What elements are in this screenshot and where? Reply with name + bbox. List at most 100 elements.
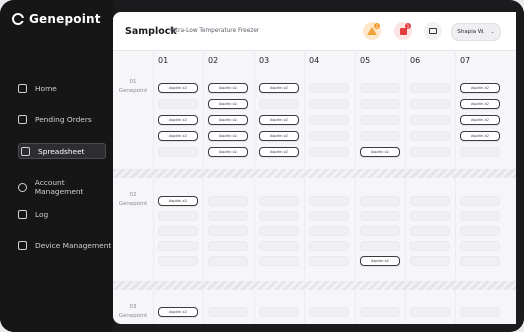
rack-separator bbox=[113, 281, 516, 290]
sample-slot-empty[interactable] bbox=[410, 226, 450, 236]
rack-label: 02 Genepoint bbox=[113, 191, 153, 209]
sample-slot-empty[interactable] bbox=[410, 196, 450, 206]
sample-slot-empty[interactable] bbox=[360, 241, 400, 251]
sample-slot-empty[interactable] bbox=[309, 256, 349, 266]
sample-slot-empty[interactable] bbox=[158, 99, 198, 109]
sample-slot-empty[interactable] bbox=[309, 307, 349, 317]
sample-slot-filled[interactable]: Aspirin x2 bbox=[158, 196, 198, 206]
sample-slot-empty[interactable] bbox=[460, 196, 500, 206]
sample-slot-empty[interactable] bbox=[410, 211, 450, 221]
sample-slot-filled[interactable]: Aspirin x2 bbox=[360, 147, 400, 157]
sample-slot-empty[interactable] bbox=[309, 99, 349, 109]
monitor-icon bbox=[429, 28, 437, 34]
sample-slot-filled[interactable]: Aspirin x2 bbox=[460, 115, 500, 125]
rack-owner: Genepoint bbox=[118, 88, 148, 94]
warning-button[interactable]: 1 bbox=[363, 22, 381, 40]
sample-slot-filled[interactable]: Aspirin x2 bbox=[460, 83, 500, 93]
main-panel: Samplock Ultra-Low Temperature Freezer 1… bbox=[113, 12, 516, 324]
sample-slot-filled[interactable]: Aspirin x2 bbox=[158, 83, 198, 93]
sample-slot-filled[interactable]: Aspirin x2 bbox=[208, 131, 248, 141]
sample-slot-empty[interactable] bbox=[360, 115, 400, 125]
sample-slot-empty[interactable] bbox=[410, 307, 450, 317]
sample-slot-empty[interactable] bbox=[208, 211, 248, 221]
sample-slot-filled[interactable]: Aspirin x2 bbox=[208, 83, 248, 93]
sample-slot-filled[interactable]: Aspirin x2 bbox=[158, 115, 198, 125]
device-icon bbox=[18, 241, 27, 250]
sample-slot-filled[interactable]: Aspirin x2 bbox=[259, 115, 299, 125]
sample-slot-empty[interactable] bbox=[360, 196, 400, 206]
user-menu[interactable]: Shapia W. ⌄ bbox=[451, 23, 501, 41]
sample-slot-empty[interactable] bbox=[208, 196, 248, 206]
warning-badge: 1 bbox=[374, 23, 380, 29]
sample-slot-empty[interactable] bbox=[460, 241, 500, 251]
sample-slot-empty[interactable] bbox=[460, 256, 500, 266]
scrollbar[interactable] bbox=[516, 12, 524, 324]
sample-slot-empty[interactable] bbox=[309, 83, 349, 93]
sample-slot-empty[interactable] bbox=[360, 99, 400, 109]
sidebar-item-home[interactable]: Home bbox=[18, 84, 57, 93]
sample-slot-empty[interactable] bbox=[208, 256, 248, 266]
sample-slot-filled[interactable]: Aspirin x2 bbox=[259, 131, 299, 141]
sample-slot-empty[interactable] bbox=[309, 115, 349, 125]
sample-slot-empty[interactable] bbox=[460, 307, 500, 317]
sample-slot-empty[interactable] bbox=[309, 226, 349, 236]
sample-slot-empty[interactable] bbox=[158, 147, 198, 157]
sample-slot-filled[interactable]: Aspirin x2 bbox=[259, 83, 299, 93]
sidebar-item-pending-orders[interactable]: Pending Orders bbox=[18, 115, 92, 124]
sample-slot-empty[interactable] bbox=[158, 211, 198, 221]
sample-slot-empty[interactable] bbox=[460, 211, 500, 221]
sample-slot-empty[interactable] bbox=[259, 226, 299, 236]
sample-slot-empty[interactable] bbox=[259, 196, 299, 206]
sample-slot-filled[interactable]: Aspirin x2 bbox=[208, 115, 248, 125]
sample-slot-empty[interactable] bbox=[460, 147, 500, 157]
sample-slot-empty[interactable] bbox=[208, 241, 248, 251]
sample-slot-empty[interactable] bbox=[309, 196, 349, 206]
sample-slot-filled[interactable]: Aspirin x2 bbox=[360, 256, 400, 266]
sample-slot-empty[interactable] bbox=[309, 131, 349, 141]
sample-slot-empty[interactable] bbox=[259, 211, 299, 221]
column-header: 04 bbox=[309, 56, 320, 65]
sample-slot-empty[interactable] bbox=[360, 211, 400, 221]
sidebar-item-device-management[interactable]: Device Management bbox=[18, 241, 111, 250]
sample-slot-empty[interactable] bbox=[259, 241, 299, 251]
sample-slot-filled[interactable]: Aspirin x2 bbox=[208, 147, 248, 157]
sample-slot-empty[interactable] bbox=[410, 131, 450, 141]
sidebar-item-spreadsheet[interactable]: Spreadsheet bbox=[18, 143, 106, 159]
sample-slot-empty[interactable] bbox=[259, 307, 299, 317]
sample-slot-empty[interactable] bbox=[410, 115, 450, 125]
sample-slot-empty[interactable] bbox=[360, 83, 400, 93]
column-header: 07 bbox=[460, 56, 471, 65]
sample-slot-empty[interactable] bbox=[360, 307, 400, 317]
sample-slot-empty[interactable] bbox=[208, 226, 248, 236]
alert-button[interactable]: 1 bbox=[394, 22, 412, 40]
sample-slot-filled[interactable]: Aspirin x2 bbox=[208, 99, 248, 109]
sample-slot-empty[interactable] bbox=[309, 241, 349, 251]
sample-slot-filled[interactable]: Aspirin x2 bbox=[460, 99, 500, 109]
sample-slot-empty[interactable] bbox=[158, 241, 198, 251]
display-button[interactable] bbox=[424, 22, 442, 40]
sample-slot-empty[interactable] bbox=[309, 147, 349, 157]
sample-slot-filled[interactable]: Aspirin x2 bbox=[460, 131, 500, 141]
sample-slot-filled[interactable]: Aspirin x2 bbox=[158, 307, 198, 317]
sample-slot-empty[interactable] bbox=[410, 241, 450, 251]
sample-slot-filled[interactable]: Aspirin x2 bbox=[259, 147, 299, 157]
sample-slot-empty[interactable] bbox=[410, 147, 450, 157]
sample-slot-empty[interactable] bbox=[309, 211, 349, 221]
column-header: 02 bbox=[208, 56, 219, 65]
sample-slot-empty[interactable] bbox=[410, 256, 450, 266]
sample-slot-empty[interactable] bbox=[460, 226, 500, 236]
sample-slot-empty[interactable] bbox=[360, 226, 400, 236]
sample-slot-empty[interactable] bbox=[410, 99, 450, 109]
sample-slot-empty[interactable] bbox=[259, 99, 299, 109]
sample-slot-empty[interactable] bbox=[208, 307, 248, 317]
sample-slot-empty[interactable] bbox=[410, 83, 450, 93]
sidebar: Genepoint Home Pending Orders Spreadshee… bbox=[0, 0, 113, 332]
sample-slot-empty[interactable] bbox=[158, 226, 198, 236]
rack-separator bbox=[113, 169, 516, 178]
sample-slot-empty[interactable] bbox=[259, 256, 299, 266]
sidebar-item-account-management[interactable]: Account Management bbox=[18, 178, 113, 196]
sample-slot-empty[interactable] bbox=[360, 131, 400, 141]
sidebar-item-log[interactable]: Log bbox=[18, 210, 48, 219]
sample-slot-filled[interactable]: Aspirin x2 bbox=[158, 131, 198, 141]
sample-slot-empty[interactable] bbox=[158, 256, 198, 266]
